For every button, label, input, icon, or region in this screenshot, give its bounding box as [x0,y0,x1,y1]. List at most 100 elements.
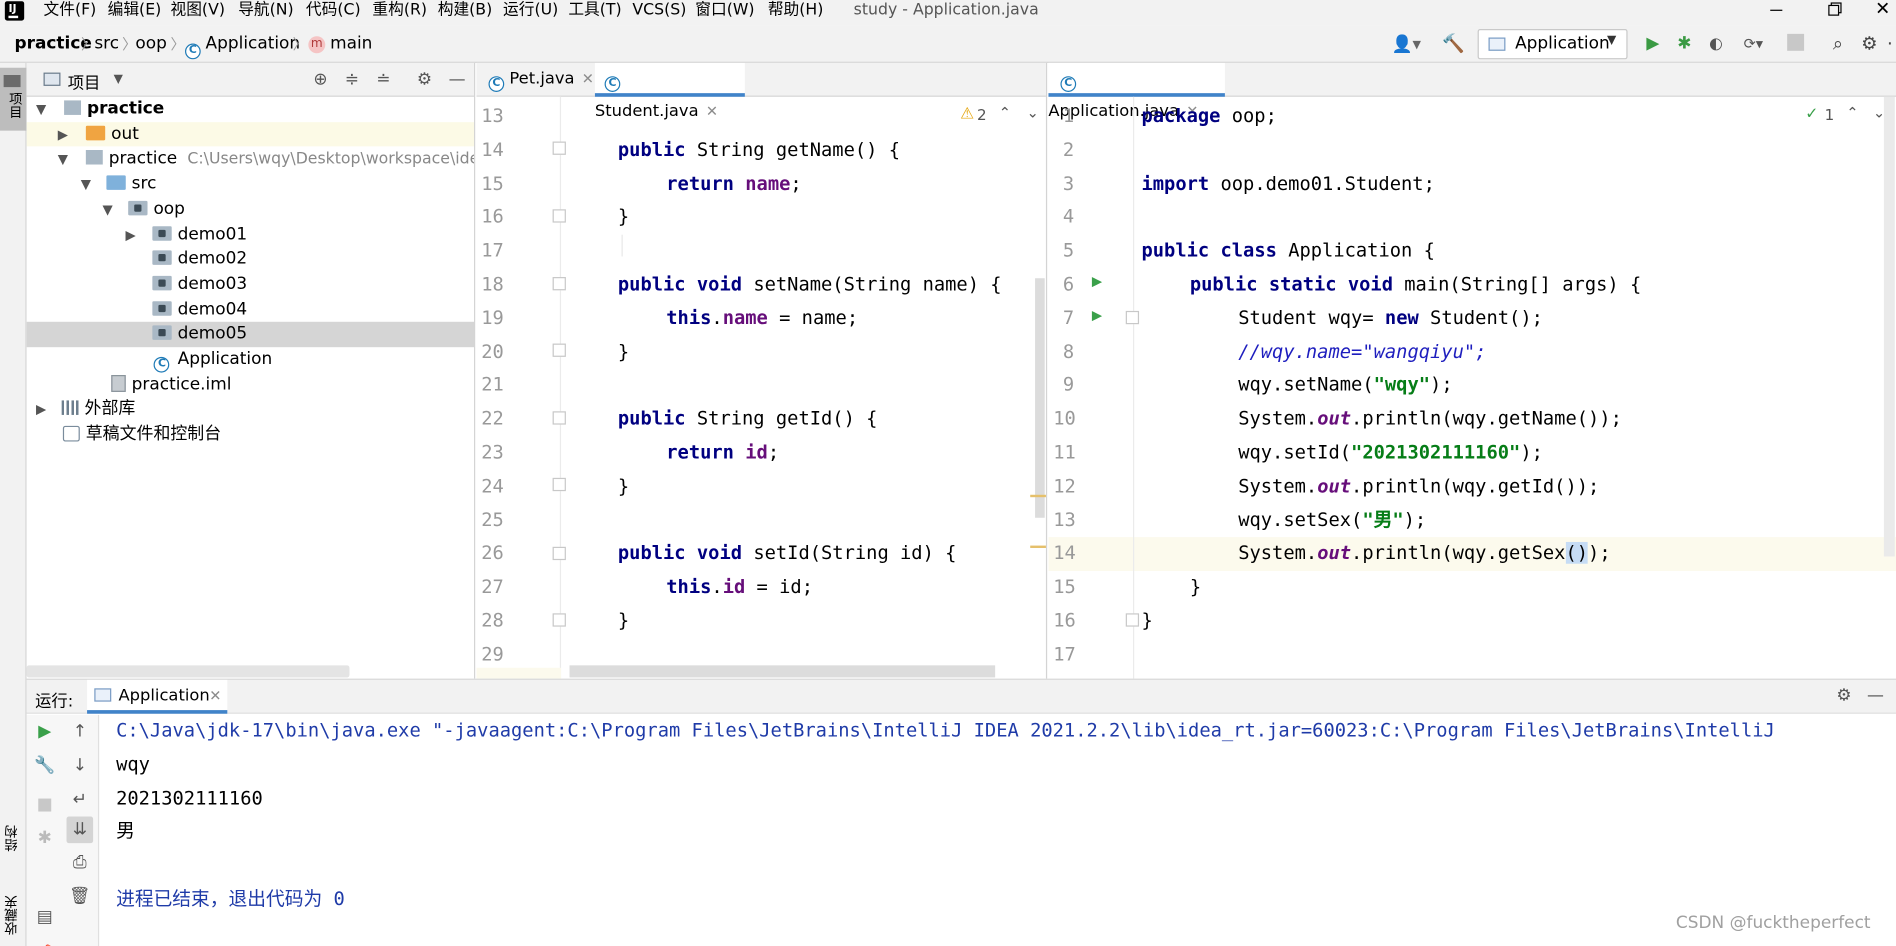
soft-wrap-icon[interactable]: ↵ [68,788,92,812]
chevron-right-icon[interactable]: ▶ [33,398,50,423]
run-gutter-icon[interactable]: ▶ [1092,272,1102,291]
scroll-down-icon[interactable]: ↓ [68,754,92,778]
breadcrumb-application[interactable]: Application [206,34,301,53]
debug-icon[interactable]: ✱ [1674,33,1696,55]
fold-marker-icon[interactable] [552,343,566,357]
tab-student-java[interactable]: C Student.java ✕ [594,62,745,121]
breadcrumb-oop[interactable]: oop [135,34,166,53]
chevron-right-icon[interactable]: ▶ [122,223,139,248]
chevron-down-icon[interactable]: ▼ [54,148,71,173]
right-code-area[interactable]: package oop; import oop.demo01.Student; … [1141,100,1879,678]
menu-file[interactable]: 文件(F) [44,0,97,21]
more-icon[interactable]: · [1881,31,1896,55]
tree-row-application[interactable]: C Application [27,347,474,373]
fold-marker-icon[interactable] [1125,310,1140,325]
settings-icon[interactable]: ⚙ [1833,685,1855,707]
user-icon[interactable]: 👤▾ [1391,34,1422,56]
fold-marker-icon[interactable] [552,411,566,425]
trash-icon[interactable]: 🗑 [68,884,92,908]
breadcrumb-src[interactable]: src [94,34,119,53]
chevron-down-icon[interactable]: ▼ [99,198,116,223]
menu-refactor[interactable]: 重构(R) [372,0,427,21]
fold-marker-icon[interactable] [1125,613,1140,627]
menu-window[interactable]: 窗口(W) [695,0,754,21]
warning-marker[interactable] [1030,494,1046,498]
fold-marker-icon[interactable] [552,209,566,223]
chevron-right-icon[interactable]: ▶ [54,123,71,148]
close-icon[interactable]: ✕ [582,70,594,87]
stop-icon[interactable] [1787,33,1805,51]
print-icon[interactable]: ⎙ [68,850,92,874]
tree-row-scratches[interactable]: 草稿文件和控制台 [27,422,474,447]
debug-bug-icon[interactable]: ✱ [33,826,57,850]
fold-marker-icon[interactable] [552,477,566,492]
hide-panel-icon[interactable]: — [1865,685,1887,707]
chevron-up-icon[interactable]: ⌃ [999,104,1011,121]
coverage-icon[interactable]: ◐ [1705,33,1727,55]
fold-marker-icon[interactable] [552,546,566,561]
horizontal-scrollbar[interactable] [26,665,350,678]
tree-row-demo02[interactable]: demo02 [27,247,474,272]
tree-row-demo03[interactable]: demo03 [27,272,474,297]
menu-navigate[interactable]: 导航(N) [238,0,293,21]
close-icon[interactable]: ✕ [209,687,221,704]
menu-vcs[interactable]: VCS(S) [632,0,686,21]
tree-row-out[interactable]: ▶ out [26,121,474,148]
vertical-scrollbar[interactable] [1883,96,1895,557]
chevron-up-icon[interactable]: ⌃ [1846,104,1858,121]
chevron-down-icon[interactable]: ⌄ [1027,104,1039,121]
run-icon[interactable]: ▶ [1642,33,1664,55]
fold-marker-icon[interactable] [552,613,566,627]
tree-row-demo04[interactable]: demo04 [27,297,474,322]
breadcrumb-main[interactable]: main [330,34,372,53]
run-gutter-icon[interactable]: ▶ [1092,306,1102,325]
tab-application-java[interactable]: C Application.java ✕ [1048,62,1225,121]
tree-row-external-libs[interactable]: ▶ 外部库 [27,397,474,423]
horizontal-scrollbar[interactable] [569,665,996,678]
warning-marker[interactable] [1030,545,1046,549]
scroll-to-end-icon[interactable]: ⇊ [68,818,92,842]
run-tab-application[interactable]: Application ✕ [87,679,228,714]
build-hammer-icon[interactable]: 🔨 [1442,33,1465,55]
expand-all-icon[interactable]: ≑ [341,69,363,91]
search-icon[interactable]: ⌕ [1826,31,1850,55]
tree-row-practice-iml[interactable]: practice.iml [27,372,474,397]
project-tool-tab[interactable]: 项目 [0,67,27,131]
chevron-down-icon[interactable]: ▼ [77,173,94,198]
rerun-icon[interactable]: ▶ [33,720,57,744]
run-config-select[interactable]: Application ▼ [1477,29,1628,60]
settings-icon[interactable]: ⚙ [414,69,436,91]
favorites-tool-label[interactable]: 收藏夹 [2,895,21,935]
project-panel-title[interactable]: 项目 [68,69,101,93]
menu-view[interactable]: 视图(V) [170,0,224,21]
menu-build[interactable]: 构建(B) [438,0,492,21]
restore-icon[interactable] [1822,0,1844,19]
wrench-icon[interactable]: 🔧 [33,754,57,778]
fold-marker-icon[interactable] [552,277,566,291]
pin-icon[interactable]: 📌 [33,942,57,946]
tree-row-practice-module[interactable]: ▼ practice C:\Users\wqy\Desktop\workspac… [27,147,474,173]
menu-tools[interactable]: 工具(T) [568,0,621,21]
menu-edit[interactable]: 编辑(E) [108,0,162,21]
locate-icon[interactable]: ⊕ [310,69,332,91]
vertical-scrollbar[interactable] [1035,278,1045,518]
settings-icon[interactable]: ⚙ [1857,31,1881,55]
chevron-down-icon[interactable]: ▼ [33,98,50,123]
menu-help[interactable]: 帮助(H) [768,0,824,21]
hide-panel-icon[interactable]: — [446,69,468,91]
tree-row-src[interactable]: ▼ src [27,172,474,198]
tree-row-practice-root[interactable]: ▼ practice [27,97,474,123]
left-code-area[interactable]: public String getName() { return name; }… [570,100,1029,678]
scroll-up-icon[interactable]: ↑ [68,720,92,744]
run-console-output[interactable]: C:\Java\jdk-17\bin\java.exe "-javaagent:… [116,715,1893,945]
menu-run[interactable]: 运行(U) [503,0,558,21]
profile-icon[interactable]: ⟳▾ [1736,33,1770,55]
stop-icon[interactable]: ■ [33,792,57,816]
layout-icon[interactable]: ▤ [33,905,57,929]
menu-code[interactable]: 代码(C) [306,0,361,21]
structure-tool-label[interactable]: 结构 [2,825,21,852]
warning-icon[interactable]: ⚠ [960,105,974,123]
tree-row-oop[interactable]: ▼ oop [27,197,474,223]
tree-row-demo01[interactable]: ▶ demo01 [27,222,474,248]
collapse-all-icon[interactable]: ≐ [372,69,394,91]
